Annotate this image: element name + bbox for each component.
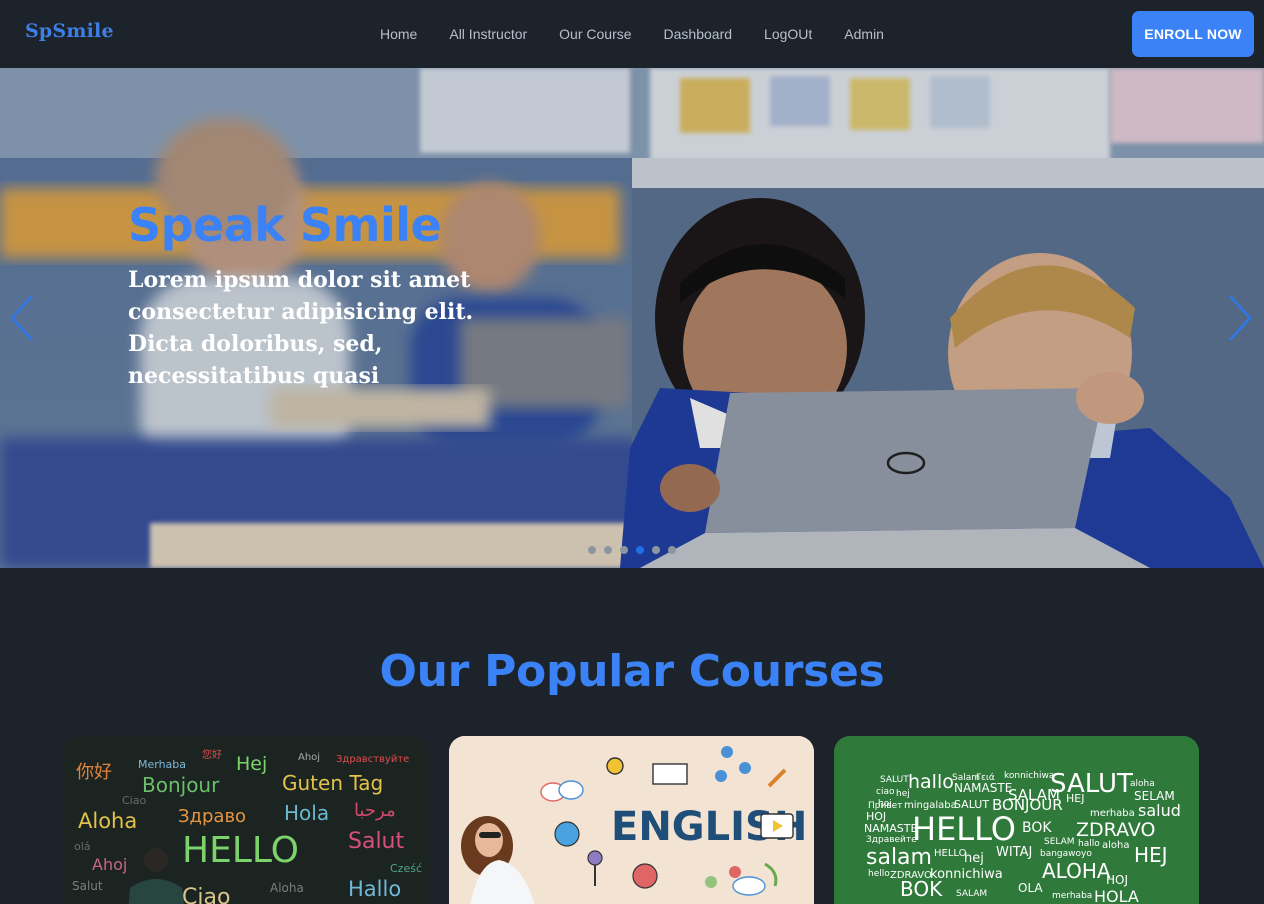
chevron-right-icon bbox=[1229, 295, 1252, 341]
chalk-word: Aloha bbox=[270, 881, 304, 895]
chalk-word: Ciao bbox=[182, 885, 230, 904]
cloud-word: merhaba bbox=[1052, 891, 1092, 901]
cloud-word: SALUT bbox=[880, 775, 909, 785]
hero-title: Speak Smile bbox=[128, 198, 442, 252]
hero-carousel: Speak Smile Lorem ipsum dolor sit amet c… bbox=[0, 68, 1264, 568]
cloud-word: ciao bbox=[876, 787, 895, 797]
chalk-word: Hallo bbox=[348, 877, 401, 901]
brand-logo[interactable]: SpSmile bbox=[25, 20, 114, 42]
cloud-word: HOLA bbox=[1094, 887, 1139, 904]
chalk-word: Guten Tag bbox=[282, 771, 383, 795]
chalk-word: olá bbox=[74, 840, 91, 853]
chevron-left-icon bbox=[10, 295, 33, 341]
cloud-word: hello bbox=[868, 869, 890, 879]
chalkboard-greetings-image: 你好 Merhaba 您好 Hej Ahoj Здравствуйте Bonj… bbox=[64, 736, 429, 904]
cloud-word: HEJ bbox=[1134, 843, 1168, 867]
chalk-word: Cześć bbox=[390, 862, 422, 875]
chalk-word: Здравствуйте bbox=[336, 754, 409, 765]
cloud-word: salud bbox=[1138, 801, 1181, 820]
nav-item-dashboard[interactable]: Dashboard bbox=[648, 21, 749, 47]
cloud-word: hallo bbox=[1078, 839, 1100, 849]
chalk-word: HELLO bbox=[182, 830, 299, 871]
cloud-word: ZDRAVO bbox=[1076, 819, 1155, 841]
carousel-pagination bbox=[588, 546, 676, 554]
nav-item-all-instructor[interactable]: All Instructor bbox=[433, 21, 543, 47]
cloud-word: bangawoyo bbox=[1040, 849, 1092, 859]
cloud-word: BOK bbox=[900, 877, 943, 901]
cloud-word: hallo bbox=[908, 771, 954, 793]
chalk-word: Hola bbox=[284, 801, 329, 825]
cloud-word: SALAM bbox=[956, 889, 987, 899]
cloud-word: NAMASTE bbox=[864, 822, 917, 835]
nav-item-our-course[interactable]: Our Course bbox=[543, 21, 647, 47]
cloud-word: BOK bbox=[1022, 820, 1052, 836]
cloud-word: HELLO bbox=[934, 848, 967, 859]
cloud-word: aloha bbox=[1130, 779, 1155, 789]
cloud-word: HEJ bbox=[1066, 792, 1084, 805]
chalk-word: Merhaba bbox=[138, 758, 186, 771]
cloud-word: SELAM bbox=[1044, 837, 1075, 847]
cloud-word: HELLO bbox=[912, 810, 1016, 848]
cloud-word: HOJ bbox=[1106, 873, 1128, 887]
navbar: SpSmile Home All Instructor Our Course D… bbox=[0, 0, 1264, 68]
nav-item-admin[interactable]: Admin bbox=[828, 21, 900, 47]
cloud-word: konnichiwa bbox=[1004, 771, 1054, 781]
english-doodles-image: ENGLISH bbox=[449, 736, 814, 904]
chalk-word: Salut bbox=[72, 879, 103, 893]
carousel-dot[interactable] bbox=[652, 546, 660, 554]
chalk-word: Здраво bbox=[178, 806, 246, 827]
chalk-word: Aloha bbox=[78, 809, 137, 833]
cloud-word: Здравейте bbox=[866, 835, 917, 845]
course-card-english[interactable]: ENGLISH bbox=[449, 736, 814, 904]
cloud-word: aloha bbox=[1102, 840, 1130, 851]
hello-word-cloud-image: SALUT hallo Salam Γειά konnichiwa SALUT … bbox=[834, 736, 1199, 904]
carousel-dot[interactable] bbox=[604, 546, 612, 554]
carousel-next-button[interactable] bbox=[1224, 294, 1254, 342]
cloud-word: SALUT bbox=[1050, 769, 1133, 799]
cloud-word: merhaba bbox=[1090, 808, 1135, 819]
chalk-word: Ciao bbox=[122, 794, 146, 807]
cloud-word: hej bbox=[964, 851, 984, 866]
chalk-word: Ahoj bbox=[298, 752, 320, 763]
cloud-word: OLA bbox=[1018, 881, 1043, 895]
carousel-dot[interactable] bbox=[620, 546, 628, 554]
cloud-word: hej bbox=[896, 789, 910, 799]
course-card-languages[interactable]: 你好 Merhaba 您好 Hej Ahoj Здравствуйте Bonj… bbox=[64, 736, 429, 904]
enroll-now-button[interactable]: ENROLL NOW bbox=[1132, 11, 1254, 57]
chalk-word: Ahoj bbox=[92, 855, 127, 874]
nav-item-home[interactable]: Home bbox=[364, 21, 433, 47]
carousel-dot[interactable] bbox=[588, 546, 596, 554]
chalk-word: Salut bbox=[348, 829, 405, 854]
hero-description: Lorem ipsum dolor sit amet consectetur a… bbox=[128, 267, 474, 389]
section-title-popular-courses: Our Popular Courses bbox=[379, 646, 885, 697]
main-menu: Home All Instructor Our Course Dashboard… bbox=[364, 20, 900, 48]
chalk-word: 您好 bbox=[202, 748, 222, 761]
carousel-dot[interactable] bbox=[668, 546, 676, 554]
cloud-word: ALOHA bbox=[1042, 859, 1111, 883]
course-card-word-cloud[interactable]: SALUT hallo Salam Γειά konnichiwa SALUT … bbox=[834, 736, 1199, 904]
chalk-word: مرحبا bbox=[354, 800, 396, 821]
chalk-word: 你好 bbox=[76, 762, 112, 783]
cloud-word: NAMASTE bbox=[954, 781, 1012, 795]
carousel-prev-button[interactable] bbox=[8, 294, 38, 342]
chalk-word: Hej bbox=[236, 753, 267, 775]
nav-item-logout[interactable]: LogOUt bbox=[748, 21, 828, 47]
chalk-word: Bonjour bbox=[142, 773, 220, 797]
carousel-dot-active[interactable] bbox=[636, 546, 644, 554]
cloud-word: salam bbox=[866, 845, 932, 870]
cloud-word: WITAJ bbox=[996, 845, 1032, 860]
